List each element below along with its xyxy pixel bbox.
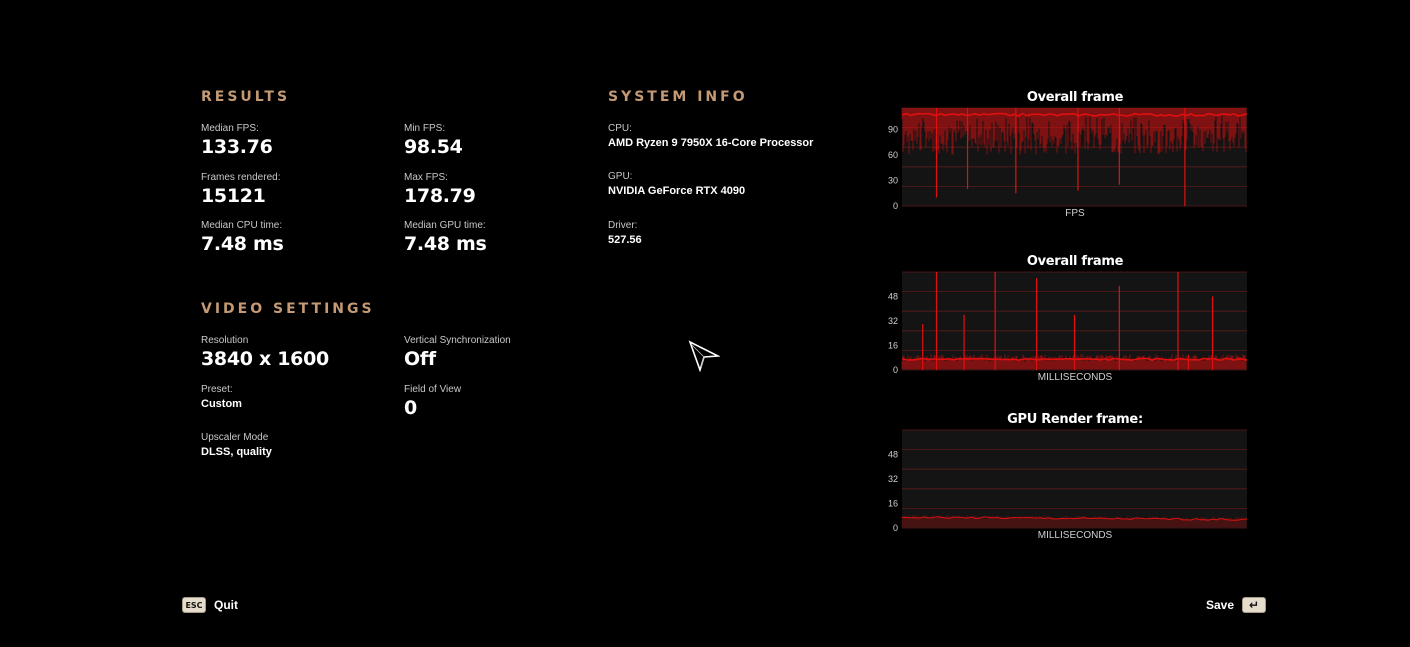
sysinfo-driver: Driver: 527.56	[608, 220, 848, 248]
y-tick-label: 48	[888, 292, 898, 302]
stat-value: 133.76	[201, 136, 273, 158]
setting-field-of-view: Field of View 0	[404, 384, 594, 420]
stat-label: Max FPS:	[404, 172, 448, 183]
stat-median-gpu-time: Median GPU time: 7.48 ms	[404, 220, 594, 256]
chart-title: Overall frame	[1026, 90, 1124, 105]
chart-title: Overall frame	[1026, 254, 1124, 269]
stat-label: Frames rendered:	[201, 172, 281, 183]
quit-button[interactable]: ESC Quit	[182, 597, 238, 613]
setting-value: DLSS, quality	[201, 446, 272, 458]
video-settings-title: VIDEO SETTINGS	[201, 301, 375, 317]
chart-xlabel: MILLISECONDS	[1037, 372, 1113, 383]
setting-label: Field of View	[404, 384, 462, 395]
setting-value: Off	[404, 348, 436, 370]
chart-overall-frame-ms: Overall frame 0 16 32 48 MILLISECONDS	[880, 252, 1260, 387]
setting-label: Upscaler Mode	[201, 432, 269, 443]
stat-frames-rendered: Frames rendered: 15121	[201, 172, 391, 208]
chart-plot: 0306090	[888, 107, 1248, 211]
sysinfo-value: AMD Ryzen 9 7950X 16-Core Processor	[608, 137, 814, 149]
sysinfo-label: GPU:	[608, 171, 633, 182]
y-tick-label: 90	[888, 124, 898, 134]
esc-key-icon: ESC	[182, 597, 206, 613]
setting-label: Resolution	[201, 335, 249, 346]
chart-gpu-render-frame: GPU Render frame: 0 16 32 48 MILLISECONDS	[880, 410, 1260, 545]
plot-background	[902, 430, 1247, 528]
stat-label: Median FPS:	[201, 123, 259, 134]
results-title: RESULTS	[201, 89, 291, 105]
system-info-title: SYSTEM INFO	[608, 89, 748, 105]
stat-min-fps: Min FPS: 98.54	[404, 123, 594, 159]
stat-value: 15121	[201, 185, 266, 207]
stat-max-fps: Max FPS: 178.79	[404, 172, 594, 208]
stat-median-fps: Median FPS: 133.76	[201, 123, 391, 159]
setting-label: Preset:	[201, 384, 233, 395]
y-tick-label: 16	[888, 499, 898, 509]
sysinfo-label: Driver:	[608, 220, 638, 231]
setting-upscaler-mode: Upscaler Mode DLSS, quality	[201, 432, 391, 460]
chart-xlabel: MILLISECONDS	[1037, 530, 1113, 541]
y-tick-label: 16	[888, 341, 898, 351]
setting-value: 0	[404, 397, 417, 419]
stat-value: 98.54	[404, 136, 463, 158]
save-label: Save	[1206, 598, 1235, 612]
y-tick-label: 32	[888, 474, 898, 484]
setting-resolution: Resolution 3840 x 1600	[201, 335, 391, 371]
stat-value: 7.48 ms	[201, 233, 284, 255]
stat-label: Median GPU time:	[404, 220, 486, 231]
y-tick-label: 48	[888, 450, 898, 460]
quit-label: Quit	[214, 598, 238, 612]
stat-value: 178.79	[404, 185, 476, 207]
setting-value: 3840 x 1600	[201, 348, 329, 370]
y-tick-label: 60	[888, 150, 898, 160]
benchmark-results-screen: RESULTS Median FPS: 133.76 Min FPS: 98.5…	[0, 0, 1410, 647]
setting-vsync: Vertical Synchronization Off	[404, 335, 594, 371]
chart-xlabel: FPS	[1065, 208, 1085, 219]
stat-median-cpu-time: Median CPU time: 7.48 ms	[201, 220, 391, 256]
save-button[interactable]: Save ↵	[1206, 597, 1267, 613]
chart-overall-frame-fps: Overall frame 0 30 60 90 FPS	[880, 88, 1260, 223]
enter-key-icon: ↵	[1242, 597, 1267, 613]
mouse-pointer-icon	[688, 340, 720, 372]
y-tick-label: 30	[888, 175, 898, 185]
stat-label: Min FPS:	[404, 123, 446, 134]
stat-label: Median CPU time:	[201, 220, 283, 231]
sysinfo-gpu: GPU: NVIDIA GeForce RTX 4090	[608, 171, 848, 199]
stat-value: 7.48 ms	[404, 233, 487, 255]
sysinfo-value: 527.56	[608, 234, 642, 246]
y-tick-label: 32	[888, 316, 898, 326]
sysinfo-value: NVIDIA GeForce RTX 4090	[608, 185, 746, 197]
setting-label: Vertical Synchronization	[404, 335, 511, 346]
setting-value: Custom	[201, 398, 242, 410]
sysinfo-cpu: CPU: AMD Ryzen 9 7950X 16-Core Processor	[608, 123, 848, 151]
chart-title: GPU Render frame:	[1007, 412, 1143, 427]
sysinfo-label: CPU:	[608, 123, 632, 134]
chart-plot: 0163248	[888, 429, 1248, 533]
chart-plot: 0163248	[888, 271, 1248, 375]
setting-preset: Preset: Custom	[201, 384, 391, 412]
